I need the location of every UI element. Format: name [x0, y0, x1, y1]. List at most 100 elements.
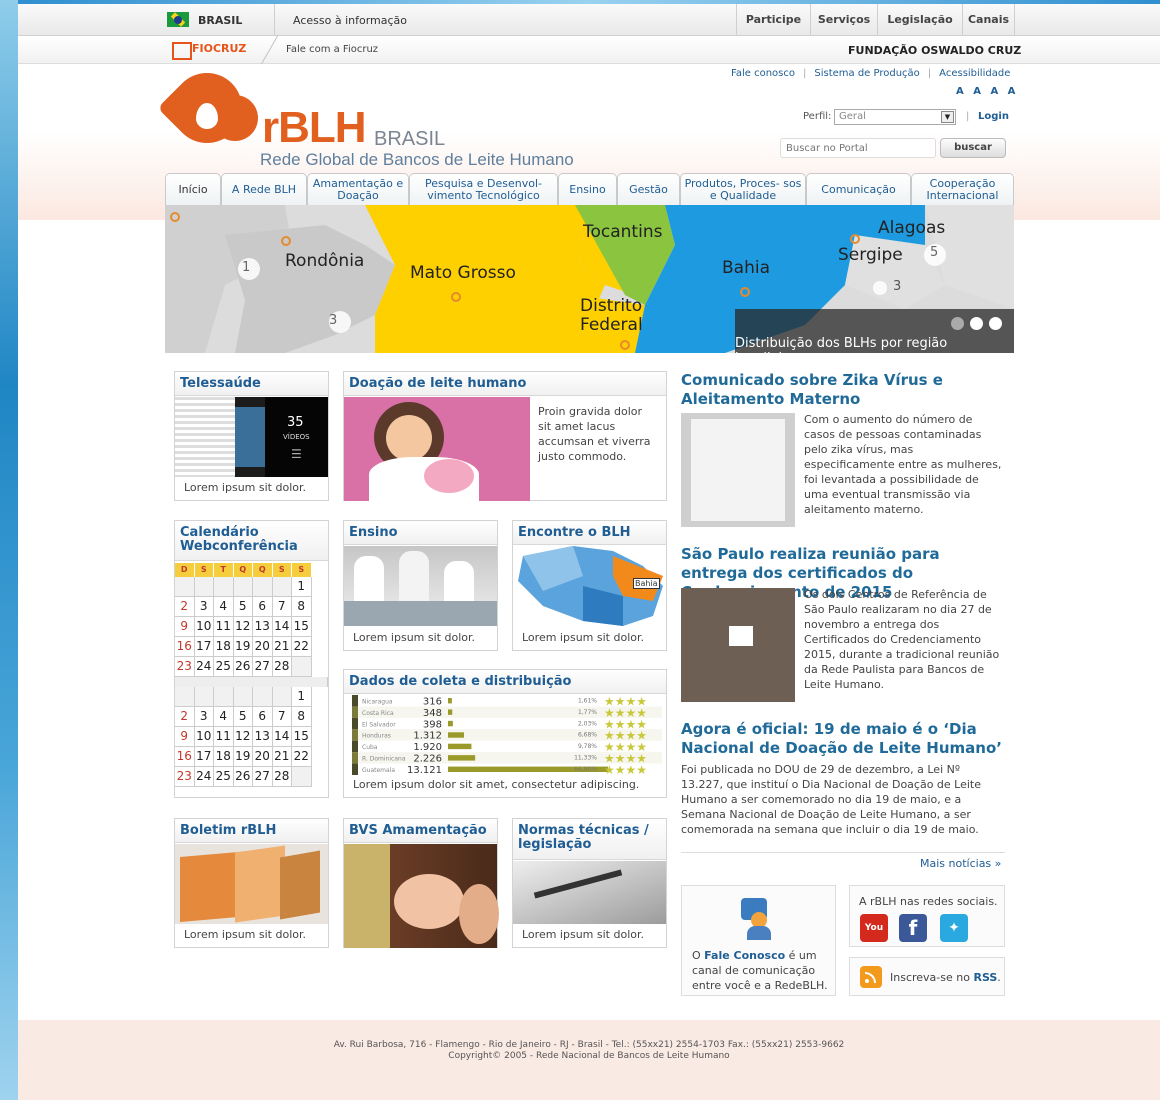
calendar-day[interactable]: 20 — [253, 747, 273, 767]
font-size-controls[interactable]: A A A A — [956, 86, 1018, 97]
calendar-day[interactable]: 26 — [233, 657, 253, 677]
sistema-producao-link[interactable]: Sistema de Produção — [814, 68, 919, 79]
calendar-day[interactable]: 2 — [175, 597, 195, 617]
fale-conosco-link[interactable]: Fale conosco — [731, 68, 795, 79]
search-button[interactable]: buscar — [940, 138, 1006, 158]
rss-link[interactable]: RSS — [973, 971, 997, 984]
calendar-day[interactable]: 22 — [292, 747, 312, 767]
calendar-day[interactable]: 13 — [253, 727, 273, 747]
dados-title[interactable]: Dados de coleta e distribuição — [344, 670, 666, 694]
fiocruz-logo[interactable]: FIOCRUZ — [172, 42, 246, 60]
calendar-day[interactable]: 2 — [175, 707, 195, 727]
tab-ensino[interactable]: Ensino — [558, 173, 617, 206]
calendar-day[interactable]: 12 — [233, 727, 253, 747]
calendar-day[interactable]: 4 — [214, 597, 234, 617]
calendar-day[interactable]: 1 — [292, 687, 312, 707]
calendar-day[interactable]: 23 — [175, 657, 195, 677]
fale-fiocruz-link[interactable]: Fale com a Fiocruz — [286, 44, 378, 55]
calendar-day[interactable]: 3 — [194, 707, 214, 727]
calendar-day[interactable]: 21 — [272, 747, 292, 767]
login-link[interactable]: Login — [978, 111, 1009, 122]
calendar-day[interactable]: 28 — [272, 657, 292, 677]
tab-produtos[interactable]: Produtos, Proces- sos e Qualidade — [680, 173, 806, 206]
youtube-icon[interactable]: You — [860, 914, 888, 942]
calendar-day[interactable]: 5 — [233, 597, 253, 617]
banner-carousel[interactable]: Rondônia Mato Grosso Tocantins Distrito … — [165, 205, 1014, 353]
calendar-day[interactable]: 28 — [272, 767, 292, 787]
calendar-day[interactable]: 8 — [292, 597, 312, 617]
calendar-day[interactable]: 13 — [253, 617, 273, 637]
tab-rede-blh[interactable]: A Rede BLH — [221, 173, 307, 206]
calendar-day[interactable]: 15 — [292, 617, 312, 637]
fale-conosco-link[interactable]: Fale Conosco — [704, 949, 785, 962]
encontre-box[interactable]: Encontre o BLH Bahia Lorem ipsum sit dol… — [512, 520, 667, 651]
search-input[interactable] — [780, 138, 936, 158]
dados-box[interactable]: Dados de coleta e distribuição Nicaragua… — [343, 669, 667, 798]
calendar-day[interactable]: 15 — [292, 727, 312, 747]
calendar-day[interactable]: 7 — [272, 707, 292, 727]
news-thumbnail[interactable] — [681, 588, 795, 702]
telessaude-title[interactable]: Telessaúde — [175, 372, 328, 396]
calendar-day[interactable]: 9 — [175, 727, 195, 747]
calendar-day[interactable]: 18 — [214, 747, 234, 767]
calendar-day[interactable]: 17 — [194, 747, 214, 767]
doacao-title[interactable]: Doação de leite humano — [344, 372, 666, 396]
calendar-day[interactable]: 23 — [175, 767, 195, 787]
carousel-dot[interactable] — [951, 317, 964, 330]
encontre-map[interactable]: Bahia — [513, 546, 666, 626]
calendar-day[interactable]: 8 — [292, 707, 312, 727]
calendar-day[interactable]: 6 — [253, 707, 273, 727]
calendar-day[interactable]: 4 — [214, 707, 234, 727]
calendar-day[interactable]: 20 — [253, 637, 273, 657]
gov-brasil-link[interactable]: BRASIL — [198, 14, 242, 27]
facebook-icon[interactable]: f — [899, 914, 927, 942]
calendar-day[interactable]: 27 — [253, 767, 273, 787]
bvs-box[interactable]: BVS Amamentação — [343, 818, 499, 948]
calendar-day[interactable]: 26 — [233, 767, 253, 787]
boletim-box[interactable]: Boletim rBLH Lorem ipsum sit dolor. — [174, 818, 329, 948]
calendar-day[interactable]: 1 — [292, 577, 312, 597]
calendar-day[interactable]: 7 — [272, 597, 292, 617]
tab-amamentacao[interactable]: Amamentação e Doação — [307, 173, 409, 206]
acesso-informacao-link[interactable]: Acesso à informação — [293, 14, 407, 27]
calendar-day[interactable]: 27 — [253, 657, 273, 677]
calendar-day[interactable]: 10 — [194, 617, 214, 637]
tab-gestao[interactable]: Gestão — [617, 173, 680, 206]
calendar-day[interactable]: 24 — [194, 767, 214, 787]
carousel-dot[interactable] — [970, 317, 983, 330]
news-title[interactable]: Agora é oficial: 19 de maio é o ‘Dia Nac… — [681, 720, 1005, 758]
calendar-day[interactable]: 16 — [175, 637, 195, 657]
bvs-title[interactable]: BVS Amamentação — [344, 819, 497, 843]
calendar-day[interactable]: 17 — [194, 637, 214, 657]
calendar-day[interactable]: 14 — [272, 617, 292, 637]
calendario-title[interactable]: Calendário Webconferência — [175, 521, 328, 561]
calendar-day[interactable]: 6 — [253, 597, 273, 617]
encontre-title[interactable]: Encontre o BLH — [513, 521, 666, 545]
ensino-box[interactable]: Ensino Lorem ipsum sit dolor. — [343, 520, 498, 651]
calendar-day[interactable]: 19 — [233, 637, 253, 657]
brazil-flag-icon[interactable] — [167, 12, 189, 27]
tab-inicio[interactable]: Início — [165, 173, 221, 206]
news-title[interactable]: Comunicado sobre Zika Vírus e Aleitament… — [681, 371, 1005, 409]
calendar-day[interactable]: 22 — [292, 637, 312, 657]
calendar-day[interactable]: 25 — [214, 657, 234, 677]
doacao-box[interactable]: Doação de leite humano Proin gravida dol… — [343, 371, 667, 501]
ensino-title[interactable]: Ensino — [344, 521, 497, 545]
more-news-link[interactable]: Mais notícias » — [920, 857, 1001, 870]
calendar-day[interactable]: 18 — [214, 637, 234, 657]
carousel-dot[interactable] — [989, 317, 1002, 330]
calendar-day[interactable]: 11 — [214, 727, 234, 747]
calendar-day[interactable]: 10 — [194, 727, 214, 747]
calendar-day[interactable]: 16 — [175, 747, 195, 767]
perfil-select[interactable]: Geral ▼ — [834, 109, 956, 125]
normas-title[interactable]: Normas técnicas / legislação — [513, 819, 666, 860]
calendar-day[interactable]: 9 — [175, 617, 195, 637]
calendar-day[interactable]: 25 — [214, 767, 234, 787]
normas-box[interactable]: Normas técnicas / legislação Lorem ipsum… — [512, 818, 667, 948]
calendar-day[interactable]: 14 — [272, 727, 292, 747]
tab-comunicacao[interactable]: Comunicação — [806, 173, 911, 206]
calendar-day[interactable]: 21 — [272, 637, 292, 657]
news-thumbnail[interactable] — [681, 413, 795, 527]
telessaude-video-thumbnail[interactable]: 35 VÍDEOS ☰ — [175, 397, 328, 477]
gov-menu-servicos[interactable]: Serviços — [810, 4, 877, 36]
